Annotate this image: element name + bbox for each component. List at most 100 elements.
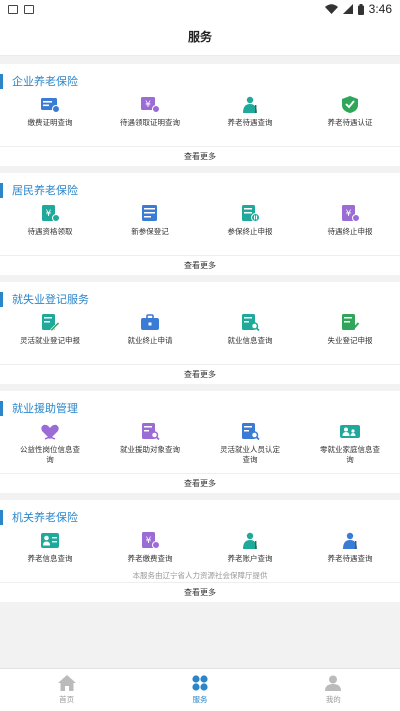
yuan-doc-icon: ¥ bbox=[142, 532, 160, 549]
home-icon bbox=[57, 675, 76, 691]
photo-notification-icon bbox=[24, 4, 34, 14]
service-item[interactable]: 就业援助对象查询 bbox=[100, 423, 200, 465]
service-item[interactable]: 公益性岗位信息查询 bbox=[0, 423, 100, 465]
section-title: 就业援助管理 bbox=[12, 402, 78, 415]
service-grid: 缴费证明查询 ¥ 待遇领取证明查询 养老待遇查询 养老待遇认证 bbox=[0, 96, 400, 128]
service-item[interactable]: 参保终止申报 bbox=[200, 205, 300, 237]
tab-mine-label: 我的 bbox=[325, 695, 341, 704]
view-more-button[interactable]: 查看更多 bbox=[0, 473, 400, 493]
tab-home-label: 首页 bbox=[59, 695, 75, 704]
section-title: 企业养老保险 bbox=[12, 75, 78, 88]
section-accent-bar bbox=[0, 400, 3, 416]
service-section: 就失业登记服务 灵活就业登记申报 就业终止申请 就业信息查询 失业登记申报 查看… bbox=[0, 282, 400, 384]
image-notification-icon bbox=[8, 4, 18, 14]
form-doc-icon bbox=[142, 205, 157, 221]
elder-person-icon bbox=[343, 532, 357, 549]
status-right: 3:46 bbox=[324, 2, 392, 16]
view-more-button[interactable]: 查看更多 bbox=[0, 255, 400, 275]
battery-icon bbox=[357, 3, 364, 15]
service-item-label: 新参保登记 bbox=[131, 227, 169, 236]
service-item-label: 就业终止申请 bbox=[127, 336, 173, 345]
shield-check-icon bbox=[342, 96, 358, 113]
service-grid: 灵活就业登记申报 就业终止申请 就业信息查询 失业登记申报 bbox=[0, 314, 400, 346]
service-item-label: 养老账户查询 bbox=[227, 554, 273, 563]
service-item[interactable]: ¥ 养老缴费查询 bbox=[100, 532, 200, 564]
check-doc-icon bbox=[342, 314, 360, 330]
person-list-icon bbox=[41, 533, 59, 548]
service-item[interactable]: 养老信息查询 bbox=[0, 532, 100, 564]
briefcase-icon bbox=[141, 314, 159, 330]
search-doc-icon bbox=[242, 423, 260, 440]
bill-card-icon bbox=[41, 98, 60, 113]
service-item-label: 灵活就业人员认定查询 bbox=[220, 445, 280, 464]
service-section: 机关养老保险 养老信息查询 ¥ 养老缴费查询 养老账户查询 养老待遇查询 查看更… bbox=[0, 500, 400, 602]
svg-text:¥: ¥ bbox=[346, 209, 352, 219]
service-item[interactable]: 灵活就业人员认定查询 bbox=[200, 423, 300, 465]
service-item-label: 就业援助对象查询 bbox=[120, 445, 180, 454]
tab-services[interactable]: 服务 bbox=[133, 669, 266, 711]
tab-mine[interactable]: 我的 bbox=[267, 669, 400, 711]
section-accent-bar bbox=[0, 73, 3, 89]
service-item[interactable]: ¥ 待遇资格领取 bbox=[0, 205, 100, 237]
view-more-button[interactable]: 查看更多 bbox=[0, 582, 400, 602]
service-item-label: 零就业家庭信息查询 bbox=[320, 445, 380, 464]
service-item[interactable]: 就业信息查询 bbox=[200, 314, 300, 346]
svg-text:¥: ¥ bbox=[146, 536, 152, 546]
service-grid: 养老信息查询 ¥ 养老缴费查询 养老账户查询 养老待遇查询 bbox=[0, 532, 400, 564]
section-title: 就失业登记服务 bbox=[12, 293, 89, 306]
service-item-label: 公益性岗位信息查询 bbox=[20, 445, 80, 464]
service-item[interactable]: 养老待遇认证 bbox=[300, 96, 400, 128]
service-item-label: 灵活就业登记申报 bbox=[20, 336, 80, 345]
service-grid: 公益性岗位信息查询 就业援助对象查询 灵活就业人员认定查询 零就业家庭信息查询 bbox=[0, 423, 400, 465]
service-item[interactable]: 新参保登记 bbox=[100, 205, 200, 237]
section-header: 就业援助管理 bbox=[0, 397, 78, 419]
elder-person-icon bbox=[243, 96, 257, 113]
edit-doc-icon bbox=[42, 314, 60, 331]
yuan-card-icon: ¥ bbox=[141, 97, 160, 113]
pause-doc-icon bbox=[242, 205, 260, 222]
service-item[interactable]: 就业终止申请 bbox=[100, 314, 200, 346]
bottom-tab-bar: 首页 服务 我的 bbox=[0, 668, 400, 711]
section-header: 就失业登记服务 bbox=[0, 288, 89, 310]
service-item-label: 就业信息查询 bbox=[227, 336, 273, 345]
service-item[interactable]: 失业登记申报 bbox=[300, 314, 400, 346]
service-item-label: 待遇领取证明查询 bbox=[120, 118, 180, 127]
status-bar: 3:46 bbox=[0, 0, 400, 18]
view-more-button[interactable]: 查看更多 bbox=[0, 146, 400, 166]
status-time: 3:46 bbox=[368, 2, 392, 16]
service-item-label: 参保终止申报 bbox=[227, 227, 273, 236]
service-item[interactable]: ¥ 待遇终止申报 bbox=[300, 205, 400, 237]
tab-home[interactable]: 首页 bbox=[0, 669, 133, 711]
view-more-button[interactable]: 查看更多 bbox=[0, 364, 400, 384]
grid-dots-icon bbox=[192, 675, 208, 691]
search-list-icon bbox=[142, 423, 160, 440]
service-item[interactable]: 零就业家庭信息查询 bbox=[300, 423, 400, 465]
service-item-label: 养老信息查询 bbox=[27, 554, 73, 563]
yuan-stop-icon: ¥ bbox=[342, 205, 360, 222]
service-item-label: 养老缴费查询 bbox=[127, 554, 173, 563]
service-item[interactable]: 缴费证明查询 bbox=[0, 96, 100, 128]
section-accent-bar bbox=[0, 182, 3, 198]
service-item-label: 失业登记申报 bbox=[327, 336, 373, 345]
service-item-label: 养老待遇认证 bbox=[327, 118, 373, 127]
service-item[interactable]: ¥ 待遇领取证明查询 bbox=[100, 96, 200, 128]
service-item[interactable]: 灵活就业登记申报 bbox=[0, 314, 100, 346]
user-icon bbox=[325, 675, 342, 691]
section-accent-bar bbox=[0, 291, 3, 307]
section-accent-bar bbox=[0, 509, 3, 525]
service-item-label: 养老待遇查询 bbox=[327, 554, 373, 563]
service-section: 企业养老保险 缴费证明查询 ¥ 待遇领取证明查询 养老待遇查询 养老待遇认证 查… bbox=[0, 64, 400, 166]
signal-icon bbox=[342, 4, 353, 14]
section-header: 居民养老保险 bbox=[0, 179, 78, 201]
service-section: 居民养老保险 ¥ 待遇资格领取 新参保登记 参保终止申报 ¥ 待遇终止申报 查看… bbox=[0, 173, 400, 275]
section-title: 机关养老保险 bbox=[12, 511, 78, 524]
service-item-label: 待遇终止申报 bbox=[327, 227, 373, 236]
section-header: 企业养老保险 bbox=[0, 70, 78, 92]
family-card-icon bbox=[340, 425, 360, 438]
service-item[interactable]: 养老待遇查询 bbox=[200, 96, 300, 128]
svg-text:¥: ¥ bbox=[46, 209, 52, 219]
tab-services-label: 服务 bbox=[192, 695, 208, 704]
service-item[interactable]: 养老待遇查询 bbox=[300, 532, 400, 564]
page-title: 服务 bbox=[0, 18, 400, 56]
service-item[interactable]: 养老账户查询 bbox=[200, 532, 300, 564]
